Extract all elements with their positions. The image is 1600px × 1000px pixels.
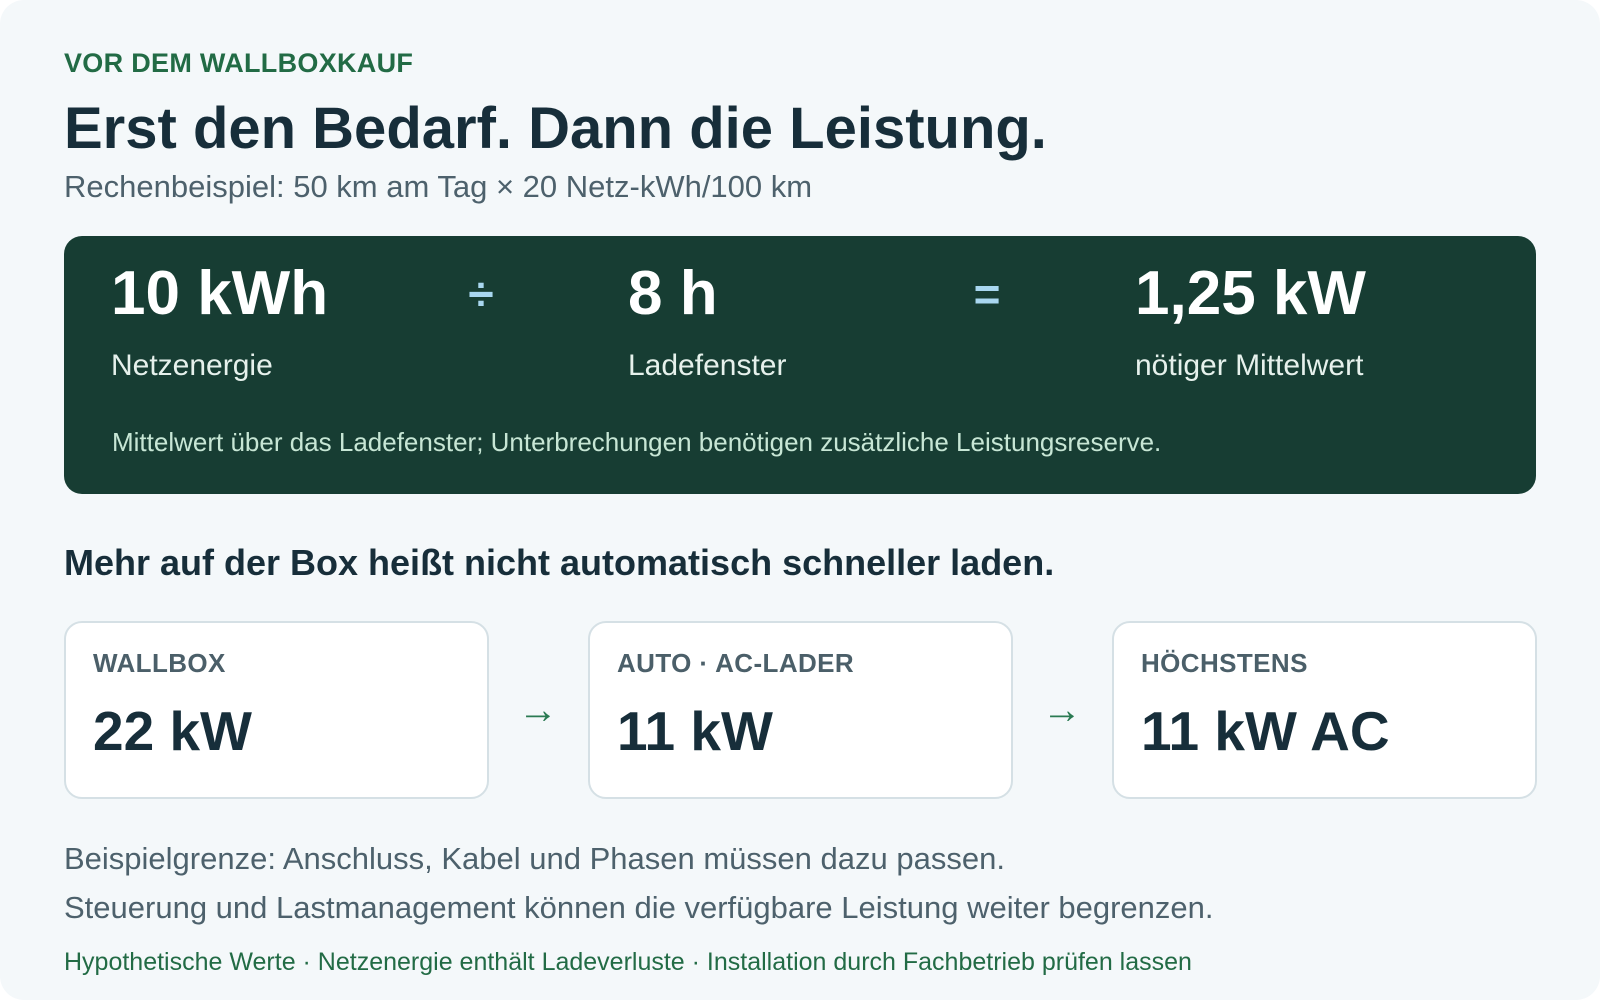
wallbox-value: 22 kW — [93, 700, 252, 762]
result-label: nötiger Mittelwert — [1135, 349, 1364, 382]
car-charger-card: AUTO · AC-LADER 11 kW — [588, 621, 1013, 799]
arrow-right-icon: → — [1042, 688, 1082, 732]
equals-operator: = — [973, 268, 1001, 320]
formula-note: Mittelwert über das Ladefenster; Unterbr… — [112, 427, 1162, 457]
max-power-caption: HÖCHSTENS — [1141, 648, 1308, 678]
info-card: VOR DEM WALLBOXKAUF Erst den Bedarf. Dan… — [0, 0, 1600, 1000]
energy-term: 10 kWh Netzenergie — [111, 258, 328, 384]
window-value: 8 h — [628, 259, 718, 328]
car-charger-caption: AUTO · AC-LADER — [617, 648, 855, 678]
page-title: Erst den Bedarf. Dann die Leistung. — [64, 96, 1047, 161]
formula-panel: 10 kWh Netzenergie ÷ 8 h Ladefenster = 1… — [64, 236, 1536, 494]
result-term: 1,25 kW nötiger Mittelwert — [1135, 258, 1366, 384]
limit-note-2: Steuerung und Lastmanagement können die … — [64, 890, 1214, 925]
limit-note-1: Beispielgrenze: Anschluss, Kabel und Pha… — [64, 841, 1005, 876]
car-charger-value: 11 kW — [617, 700, 773, 762]
wallbox-card: WALLBOX 22 kW — [64, 621, 489, 799]
window-term: 8 h Ladefenster — [628, 258, 786, 384]
window-label: Ladefenster — [628, 349, 787, 382]
arrow-right-icon: → — [518, 688, 558, 732]
divide-operator: ÷ — [468, 268, 494, 320]
result-value: 1,25 kW — [1135, 259, 1366, 328]
page-subtitle: Rechenbeispiel: 50 km am Tag × 20 Netz-k… — [64, 169, 813, 204]
wallbox-caption: WALLBOX — [93, 648, 226, 678]
section-title: Mehr auf der Box heißt nicht automatisch… — [64, 542, 1055, 583]
energy-value: 10 kWh — [111, 259, 329, 328]
footer-disclaimer: Hypothetische Werte · Netzenergie enthäl… — [64, 948, 1192, 976]
eyebrow-label: VOR DEM WALLBOXKAUF — [64, 48, 414, 78]
energy-label: Netzenergie — [111, 349, 273, 382]
max-power-value: 11 kW AC — [1141, 700, 1390, 762]
max-power-card: HÖCHSTENS 11 kW AC — [1112, 621, 1537, 799]
